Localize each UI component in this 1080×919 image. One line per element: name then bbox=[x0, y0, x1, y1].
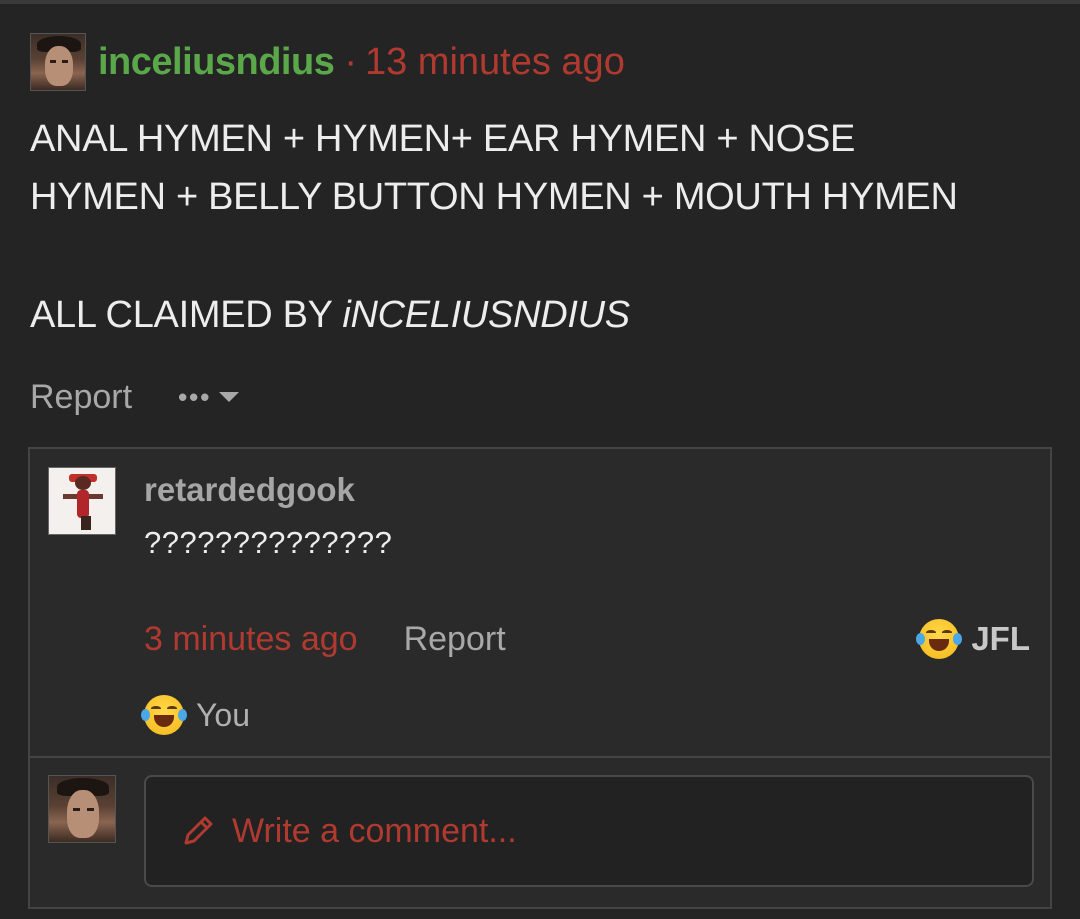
more-options-button[interactable]: ••• bbox=[178, 381, 240, 413]
comment-report-button[interactable]: Report bbox=[404, 620, 506, 659]
post-report-button[interactable]: Report bbox=[30, 378, 132, 417]
post-author-link[interactable]: inceliusndius bbox=[98, 41, 335, 84]
comment-text: ?????????????? bbox=[144, 525, 393, 560]
more-dots-icon: ••• bbox=[178, 381, 212, 412]
laughing-crying-emoji-icon bbox=[916, 619, 963, 659]
author-avatar[interactable] bbox=[30, 33, 86, 91]
pencil-icon bbox=[184, 816, 213, 845]
comment-author-link[interactable]: retardedgook bbox=[144, 471, 355, 509]
laughing-crying-emoji-icon bbox=[141, 695, 187, 735]
post-body-line-1: ANAL HYMEN + HYMEN+ EAR HYMEN + NOSE bbox=[30, 118, 856, 160]
post-claim-line: ALL CLAIMED BY iNCELIUSNDIUS bbox=[30, 286, 1050, 344]
claim-prefix: ALL CLAIMED BY bbox=[30, 294, 343, 336]
caret-down-icon bbox=[219, 392, 240, 402]
comment-timestamp[interactable]: 3 minutes ago bbox=[144, 620, 358, 659]
comments-section: retardedgook ?????????????? 3 minutes ag… bbox=[28, 447, 1052, 909]
reaction-summary[interactable]: You bbox=[141, 693, 250, 737]
comment-input-placeholder: Write a comment... bbox=[232, 811, 517, 850]
claim-name: iNCELIUSNDIUS bbox=[342, 294, 630, 336]
post-header: inceliusndius · 13 minutes ago bbox=[30, 32, 625, 92]
jfl-reaction-button[interactable]: JFL bbox=[916, 617, 1030, 661]
header-separator: · bbox=[344, 40, 357, 83]
top-border bbox=[0, 0, 1080, 4]
write-comment-input[interactable]: Write a comment... bbox=[144, 775, 1034, 887]
post-actions: Report ••• bbox=[30, 372, 240, 422]
post-timestamp[interactable]: 13 minutes ago bbox=[365, 41, 625, 84]
comment-meta: 3 minutes ago Report bbox=[144, 617, 506, 661]
comment-divider bbox=[30, 756, 1050, 758]
commenter-avatar[interactable] bbox=[48, 467, 116, 535]
jfl-reaction-label: JFL bbox=[971, 620, 1030, 657]
post-body: ANAL HYMEN + HYMEN+ EAR HYMEN + NOSE HYM… bbox=[30, 110, 1050, 344]
current-user-avatar bbox=[48, 775, 116, 843]
reaction-by-label: You bbox=[196, 696, 250, 733]
post-body-line-2: HYMEN + BELLY BUTTON HYMEN + MOUTH HYMEN bbox=[30, 176, 958, 218]
